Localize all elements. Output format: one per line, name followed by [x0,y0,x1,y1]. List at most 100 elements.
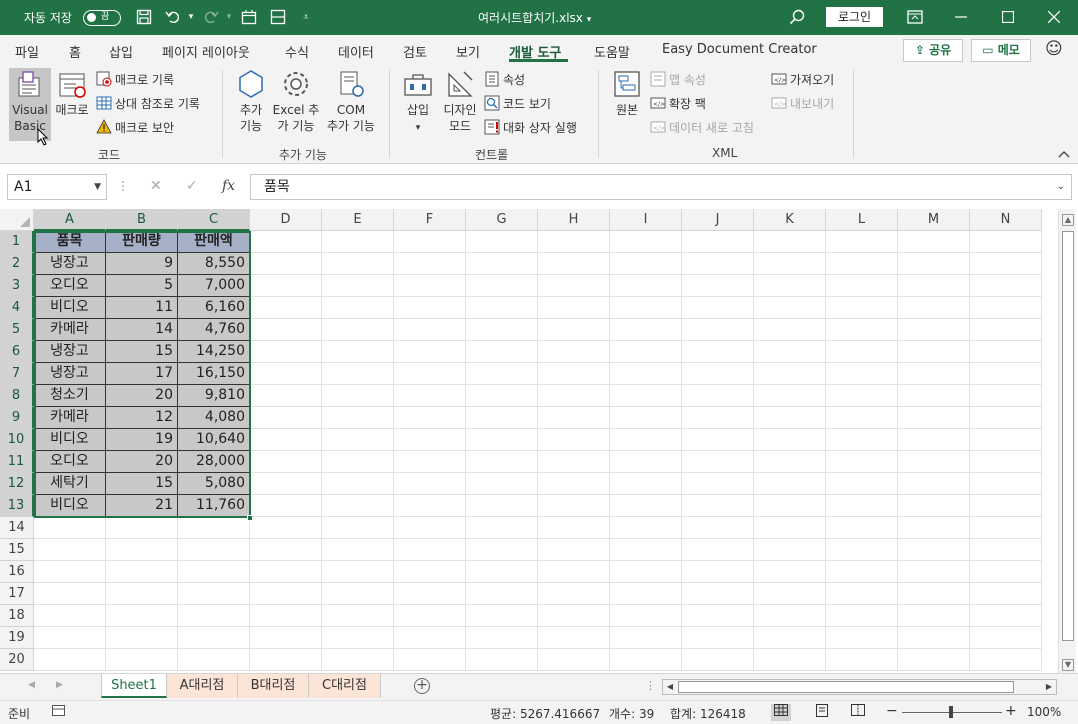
cell[interactable] [898,605,970,627]
cell[interactable] [898,451,970,473]
cell[interactable] [970,539,1042,561]
cell[interactable] [754,495,826,517]
cell[interactable] [970,473,1042,495]
sheet-tab-b-branch[interactable]: B대리점 [238,674,309,698]
cell[interactable] [682,275,754,297]
cell[interactable] [322,649,394,671]
cell[interactable] [466,649,538,671]
prev-sheet-icon[interactable]: ◀ [28,680,35,690]
column-header[interactable]: I [610,209,682,231]
cell[interactable] [754,297,826,319]
cell[interactable] [322,627,394,649]
cell[interactable] [754,319,826,341]
cell[interactable] [826,275,898,297]
row-header[interactable]: 15 [0,539,34,561]
cell[interactable] [322,473,394,495]
cell[interactable] [682,341,754,363]
cell[interactable] [682,319,754,341]
table-cell[interactable]: 카메라 [34,407,106,429]
cell[interactable] [826,231,898,253]
cell[interactable] [898,473,970,495]
cell[interactable] [394,429,466,451]
cell[interactable] [754,363,826,385]
column-header[interactable]: M [898,209,970,231]
table-cell[interactable]: 냉장고 [34,363,106,385]
cell[interactable] [394,605,466,627]
cell[interactable] [898,297,970,319]
add-sheet-icon[interactable]: + [414,678,430,694]
cell[interactable] [250,451,322,473]
zoom-level[interactable]: 100% [1027,705,1061,719]
cell[interactable] [682,451,754,473]
cell[interactable] [394,627,466,649]
cell[interactable] [538,407,610,429]
cell[interactable] [250,649,322,671]
cell[interactable] [394,363,466,385]
cell[interactable] [826,583,898,605]
ribbon-display-icon[interactable] [906,8,924,26]
scroll-up-icon[interactable]: ▲ [1062,214,1074,226]
table-header-cell[interactable]: 품목 [34,231,106,253]
cell[interactable] [970,407,1042,429]
cell[interactable] [610,429,682,451]
row-header[interactable]: 1 [0,231,34,253]
column-header[interactable]: F [394,209,466,231]
cell[interactable] [898,407,970,429]
cell[interactable] [466,407,538,429]
cell[interactable] [970,275,1042,297]
cell[interactable] [322,341,394,363]
minimize-icon[interactable] [952,8,970,26]
column-header[interactable]: C [178,209,250,231]
cell[interactable] [754,627,826,649]
cell[interactable] [826,297,898,319]
table-cell[interactable]: 냉장고 [34,253,106,275]
cell[interactable] [250,539,322,561]
cell[interactable] [250,561,322,583]
scroll-left-icon[interactable]: ◀ [664,680,676,694]
cell[interactable] [322,605,394,627]
table-cell[interactable]: 21 [106,495,178,517]
cell[interactable] [250,429,322,451]
cell[interactable] [34,539,106,561]
cell[interactable] [466,297,538,319]
horizontal-scroll-thumb[interactable] [678,681,1014,693]
cell[interactable] [826,319,898,341]
form-icon[interactable] [269,8,287,26]
cell[interactable] [322,275,394,297]
cell[interactable] [610,561,682,583]
cell[interactable] [754,451,826,473]
column-header[interactable]: N [970,209,1042,231]
cell[interactable] [898,363,970,385]
vertical-scroll-thumb[interactable] [1062,231,1074,641]
cell[interactable] [34,649,106,671]
cell[interactable] [682,495,754,517]
cell[interactable] [826,429,898,451]
cell[interactable] [250,473,322,495]
column-header[interactable]: E [322,209,394,231]
table-cell[interactable]: 28,000 [178,451,250,473]
cell[interactable] [898,517,970,539]
cell[interactable] [610,341,682,363]
cell[interactable] [898,253,970,275]
row-header[interactable]: 6 [0,341,34,363]
table-cell[interactable]: 16,150 [178,363,250,385]
cell[interactable] [106,561,178,583]
cell[interactable] [250,407,322,429]
table-cell[interactable]: 19 [106,429,178,451]
table-cell[interactable]: 17 [106,363,178,385]
view-code-button[interactable]: 코드 보기 [484,95,551,113]
cell[interactable] [610,297,682,319]
tab-help[interactable]: 도움말 [594,42,630,61]
cell[interactable] [466,275,538,297]
cell[interactable] [538,517,610,539]
cell[interactable] [178,627,250,649]
table-cell[interactable]: 7,000 [178,275,250,297]
cell[interactable] [394,649,466,671]
column-header[interactable]: H [538,209,610,231]
table-cell[interactable]: 오디오 [34,451,106,473]
xml-source-button[interactable]: 원본 [609,68,645,118]
zoom-in-icon[interactable]: + [1005,703,1017,719]
cell[interactable] [394,517,466,539]
cell[interactable] [970,429,1042,451]
cell[interactable] [826,473,898,495]
